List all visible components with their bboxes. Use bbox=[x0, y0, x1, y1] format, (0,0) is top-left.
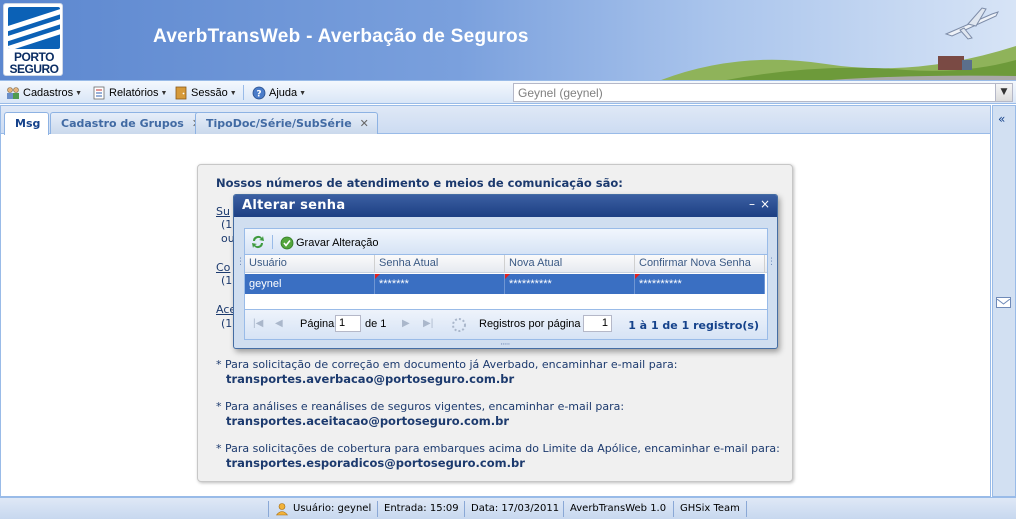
resize-handle[interactable]: ⋮ bbox=[236, 257, 245, 267]
minimize-icon[interactable]: – bbox=[749, 197, 755, 211]
expand-panel-icon[interactable]: « bbox=[998, 112, 1005, 126]
column-header-usuario[interactable]: Usuário bbox=[245, 255, 375, 273]
column-header-confirmar-nova-senha[interactable]: Confirmar Nova Senha bbox=[635, 255, 765, 273]
porto-seguro-logo: PORTO SEGURO bbox=[3, 3, 63, 76]
toolbar-separator bbox=[272, 235, 273, 249]
report-icon bbox=[93, 86, 105, 100]
status-data: Data: 17/03/2011 bbox=[464, 501, 565, 517]
refresh-icon[interactable] bbox=[250, 234, 266, 250]
note-text: * Para análises e reanálises de seguros … bbox=[216, 400, 625, 413]
email-link[interactable]: transportes.averbacao@portoseguro.com.br bbox=[226, 372, 514, 386]
menu-sessao-label: Sessão bbox=[191, 87, 228, 99]
close-icon[interactable]: × bbox=[760, 197, 770, 211]
help-icon: ? bbox=[252, 86, 266, 100]
user-icon bbox=[275, 503, 289, 516]
change-password-dialog: Alterar senha – × Gravar Alteração Usuár… bbox=[233, 194, 778, 350]
app-header: PORTO SEGURO AverbTransWeb - Averbação d… bbox=[0, 0, 1016, 80]
grid-pager: |◀ ◀ Página 1 de 1 ▶ ▶| Registros por pá… bbox=[245, 309, 767, 339]
dialog-title: Alterar senha bbox=[242, 198, 346, 213]
logo-flag-icon bbox=[8, 7, 60, 49]
tab-msg-label: Msg bbox=[15, 117, 41, 130]
dropdown-arrow-icon: ▼ bbox=[229, 89, 237, 97]
airplane-icon bbox=[944, 7, 999, 40]
grid-header: Usuário Senha Atual Nova Atual Confirmar… bbox=[245, 255, 767, 273]
logo-text-line2: SEGURO bbox=[9, 62, 59, 76]
cell-confirmar-nova-senha[interactable]: ********** bbox=[635, 274, 765, 294]
note-text: * Para solicitações de cobertura para em… bbox=[216, 442, 780, 455]
tab-label: TipoDoc/Série/SubSérie bbox=[206, 117, 352, 130]
page-of-label: de 1 bbox=[365, 318, 387, 330]
session-icon bbox=[175, 86, 187, 100]
users-icon bbox=[7, 87, 19, 99]
close-icon[interactable]: ✕ bbox=[360, 117, 369, 130]
cell-nova-atual[interactable]: ********** bbox=[505, 274, 635, 294]
status-bar: Usuário: geynel Entrada: 15:09 Data: 17/… bbox=[0, 497, 1016, 519]
resize-handle[interactable]: ····· bbox=[500, 340, 510, 350]
page-input[interactable]: 1 bbox=[335, 315, 361, 332]
per-page-label: Registros por página bbox=[479, 318, 581, 330]
page-label: Página bbox=[300, 318, 335, 330]
save-change-button[interactable]: Gravar Alteração bbox=[280, 236, 379, 250]
mail-icon[interactable] bbox=[996, 297, 1011, 308]
resize-handle[interactable]: ⋮ bbox=[767, 257, 776, 267]
last-page-icon[interactable]: ▶| bbox=[423, 318, 433, 329]
tab-msg[interactable]: Msg bbox=[4, 112, 50, 135]
grid-toolbar: Gravar Alteração bbox=[245, 229, 767, 255]
email-link[interactable]: transportes.esporadicos@portoseguro.com.… bbox=[226, 456, 525, 470]
column-header-senha-atual[interactable]: Senha Atual bbox=[375, 255, 505, 273]
landscape-illustration bbox=[661, 46, 1016, 80]
prev-page-icon[interactable]: ◀ bbox=[275, 318, 283, 329]
next-page-icon[interactable]: ▶ bbox=[402, 318, 410, 329]
user-select-value: Geynel (geynel) bbox=[518, 86, 603, 100]
tab-strip: Msg Cadastro de Grupos✕ TipoDoc/Série/Su… bbox=[1, 106, 990, 135]
status-user-text: Usuário: geynel bbox=[293, 503, 372, 514]
per-page-input[interactable]: 1 bbox=[583, 315, 612, 332]
save-change-label: Gravar Alteração bbox=[296, 237, 379, 249]
contact-partial-text: Co bbox=[216, 261, 231, 274]
tab-cadastro-de-grupos[interactable]: Cadastro de Grupos✕ bbox=[50, 112, 211, 134]
svg-text:?: ? bbox=[256, 90, 261, 100]
user-select[interactable]: Geynel (geynel) ▼ bbox=[513, 83, 1013, 102]
status-user: Usuário: geynel bbox=[268, 501, 377, 517]
menu-cadastros-label: Cadastros bbox=[23, 87, 74, 99]
contact-heading: Nossos números de atendimento e meios de… bbox=[216, 176, 623, 190]
email-link[interactable]: transportes.aceitacao@portoseguro.com.br bbox=[226, 414, 509, 428]
app-title: AverbTransWeb - Averbação de Seguros bbox=[153, 26, 529, 47]
contact-partial-text: Su bbox=[216, 205, 230, 218]
loading-icon[interactable] bbox=[451, 317, 467, 333]
east-collapsed-panel: « bbox=[992, 105, 1016, 497]
menu-ajuda[interactable]: ? Ajuda ▼ bbox=[252, 84, 306, 102]
toolbar-separator bbox=[243, 85, 244, 100]
menu-ajuda-label: Ajuda bbox=[269, 87, 298, 99]
table-row[interactable]: geynel ******* ********** ********** bbox=[245, 274, 765, 294]
dropdown-arrow-icon: ▼ bbox=[160, 89, 168, 97]
column-header-nova-atual[interactable]: Nova Atual bbox=[505, 255, 635, 273]
tab-label: Cadastro de Grupos bbox=[61, 117, 184, 130]
dropdown-arrow-icon: ▼ bbox=[299, 89, 307, 97]
chevron-down-icon[interactable]: ▼ bbox=[995, 84, 1012, 101]
dialog-header[interactable]: Alterar senha – × bbox=[234, 195, 777, 217]
menu-relatorios-label: Relatórios bbox=[109, 87, 159, 99]
main-toolbar: Cadastros ▼ Relatórios ▼ Sessão ▼ ? Ajud… bbox=[0, 80, 1016, 104]
dropdown-arrow-icon: ▼ bbox=[75, 89, 83, 97]
menu-relatorios[interactable]: Relatórios ▼ bbox=[92, 84, 167, 102]
status-app-version: AverbTransWeb 1.0 bbox=[563, 501, 672, 517]
cell-usuario[interactable]: geynel bbox=[245, 274, 375, 294]
status-team: GHSix Team bbox=[673, 501, 747, 517]
status-entrada: Entrada: 15:09 bbox=[377, 501, 465, 517]
menu-sessao[interactable]: Sessão ▼ bbox=[174, 84, 237, 102]
cell-senha-atual[interactable]: ******* bbox=[375, 274, 505, 294]
records-summary: 1 à 1 de 1 registro(s) bbox=[628, 319, 759, 332]
menu-cadastros[interactable]: Cadastros ▼ bbox=[6, 84, 82, 102]
tab-tipodoc-serie-subserie[interactable]: TipoDoc/Série/SubSérie ✕ bbox=[195, 112, 378, 134]
check-icon bbox=[280, 236, 294, 250]
note-text: * Para solicitação de correção em docume… bbox=[216, 358, 678, 371]
first-page-icon[interactable]: |◀ bbox=[253, 318, 263, 329]
password-grid: Gravar Alteração Usuário Senha Atual Nov… bbox=[244, 228, 768, 340]
